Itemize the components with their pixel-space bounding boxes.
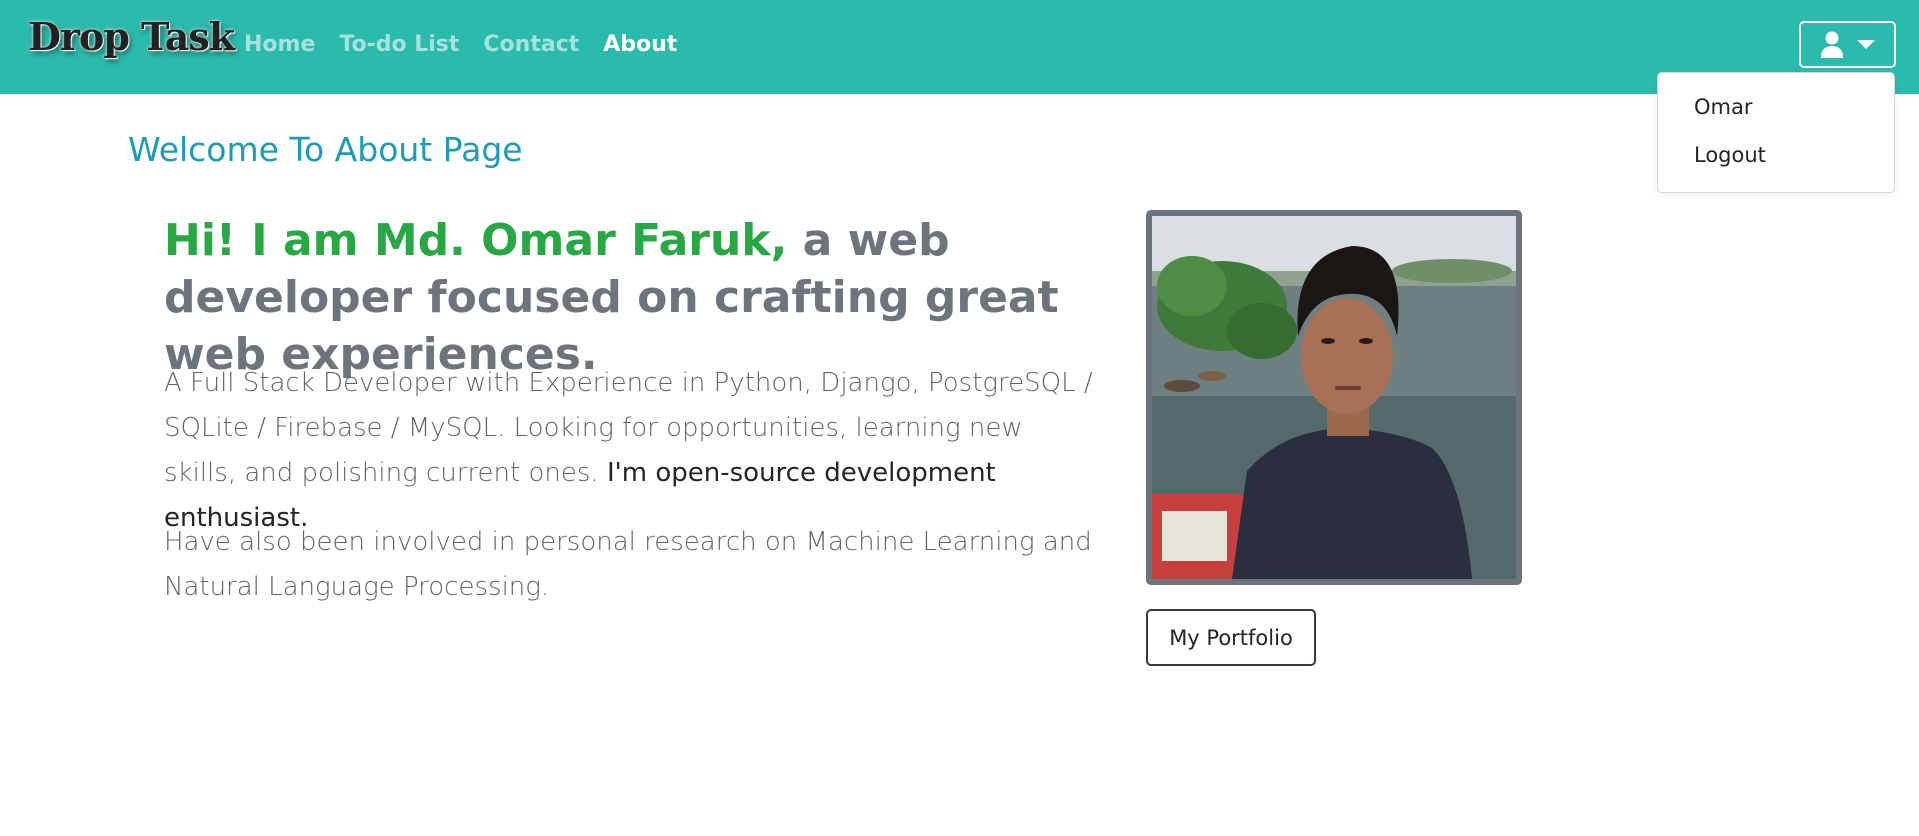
nav-link-todo-list[interactable]: To-do List <box>339 32 459 57</box>
page-title: Welcome To About Page <box>128 130 523 169</box>
user-menu-toggle[interactable] <box>1799 21 1896 68</box>
my-portfolio-button[interactable]: My Portfolio <box>1146 609 1316 666</box>
nav-link-home[interactable]: Home <box>244 32 315 57</box>
nav-link-about[interactable]: About <box>603 32 677 57</box>
dropdown-item-username[interactable]: Omar <box>1694 95 1753 119</box>
profile-photo-image <box>1152 216 1516 579</box>
headline-name: Hi! I am Md. Omar Faruk, <box>164 215 788 266</box>
caret-down-icon <box>1857 40 1875 49</box>
dropdown-item-logout[interactable]: Logout <box>1694 143 1766 167</box>
nav-links: Home To-do List Contact About <box>244 32 677 57</box>
profile-photo <box>1146 210 1522 585</box>
user-icon <box>1821 31 1843 58</box>
brand-logo[interactable]: Drop Task <box>28 14 235 59</box>
research-paragraph: Have also been involved in personal rese… <box>164 527 1092 602</box>
nav-link-contact[interactable]: Contact <box>483 32 579 57</box>
top-navbar: Drop Task Home To-do List Contact About <box>0 0 1919 94</box>
user-dropdown-menu: Omar Logout <box>1657 72 1895 193</box>
bio-paragraph: A Full Stack Developer with Experience i… <box>164 361 1099 541</box>
intro-headline: Hi! I am Md. Omar Faruk, a web developer… <box>164 212 1114 383</box>
